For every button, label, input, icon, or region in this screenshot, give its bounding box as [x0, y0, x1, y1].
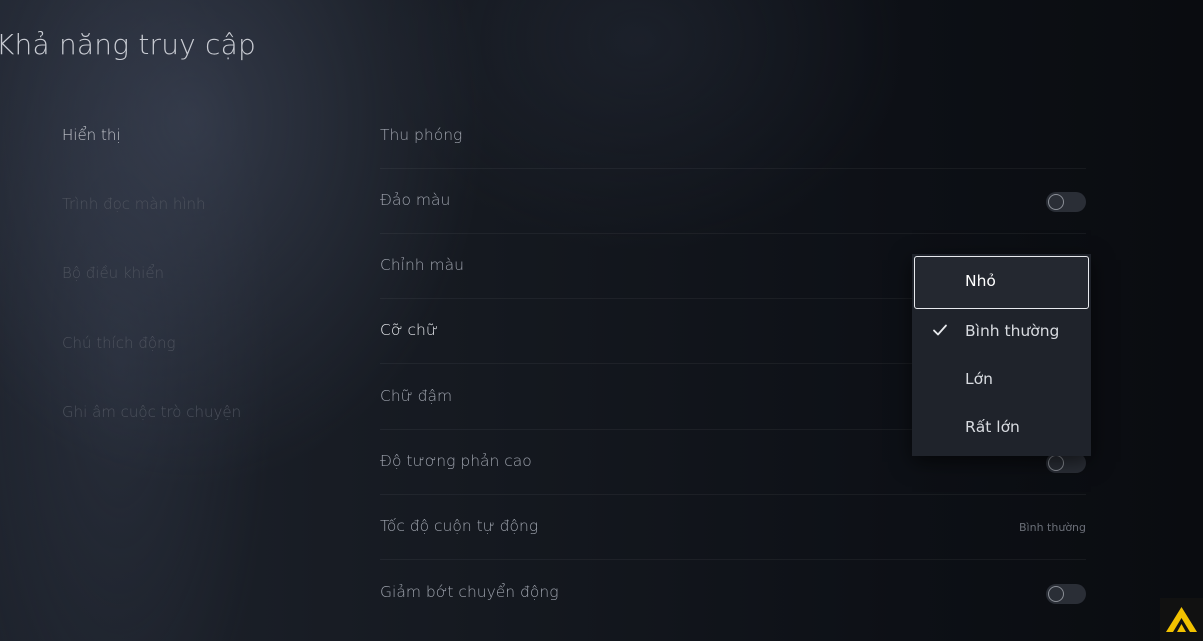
dropdown-option-extra-large[interactable]: Rất lớn: [912, 402, 1091, 450]
setting-label: Giảm bớt chuyển động: [380, 583, 559, 601]
toggle-knob: [1048, 194, 1064, 210]
sidebar-item-closed-captions[interactable]: Chú thích động: [62, 334, 176, 352]
setting-label: Độ tương phản cao: [380, 452, 532, 470]
setting-label: Tốc độ cuộn tự động: [380, 517, 539, 535]
dropdown-option-large[interactable]: Lớn: [912, 354, 1091, 402]
check-icon: [933, 324, 947, 336]
setting-reduce-motion[interactable]: Giảm bớt chuyển động: [380, 561, 1086, 626]
sidebar-item-chat-transcription[interactable]: Ghi âm cuộc trò chuyện: [62, 403, 241, 421]
page-title: Khả năng truy cập: [0, 28, 256, 61]
setting-label: Cỡ chữ: [380, 321, 438, 339]
sidebar-item-display[interactable]: Hiển thị: [62, 126, 121, 144]
dropdown-option-normal[interactable]: Bình thường: [912, 306, 1091, 354]
setting-auto-scroll-speed[interactable]: Tốc độ cuộn tự động Bình thường: [380, 495, 1086, 560]
auto-scroll-speed-value: Bình thường: [1019, 521, 1086, 534]
brand-logo-icon: [1160, 598, 1203, 641]
option-label: Rất lớn: [965, 418, 1020, 436]
sidebar-item-controllers[interactable]: Bộ điều khiển: [62, 264, 164, 282]
setting-label: Đảo màu: [380, 191, 451, 209]
setting-zoom[interactable]: Thu phóng: [380, 104, 1086, 169]
setting-label: Thu phóng: [380, 126, 463, 144]
text-size-dropdown: Nhỏ Bình thường Lớn Rất lớn: [912, 254, 1091, 456]
logo-mark: [1166, 607, 1197, 632]
dropdown-option-small[interactable]: Nhỏ: [914, 256, 1089, 309]
invert-colors-toggle[interactable]: [1046, 192, 1086, 212]
option-label: Nhỏ: [965, 272, 996, 290]
reduce-motion-toggle[interactable]: [1046, 584, 1086, 604]
option-label: Bình thường: [965, 322, 1060, 340]
option-label: Lớn: [965, 370, 993, 388]
setting-invert-colors[interactable]: Đảo màu: [380, 169, 1086, 234]
toggle-knob: [1048, 586, 1064, 602]
setting-label: Chỉnh màu: [380, 256, 464, 274]
toggle-knob: [1048, 455, 1064, 471]
high-contrast-toggle[interactable]: [1046, 453, 1086, 473]
sidebar-item-screen-reader[interactable]: Trình đọc màn hình: [62, 195, 206, 213]
setting-label: Chữ đậm: [380, 387, 453, 405]
